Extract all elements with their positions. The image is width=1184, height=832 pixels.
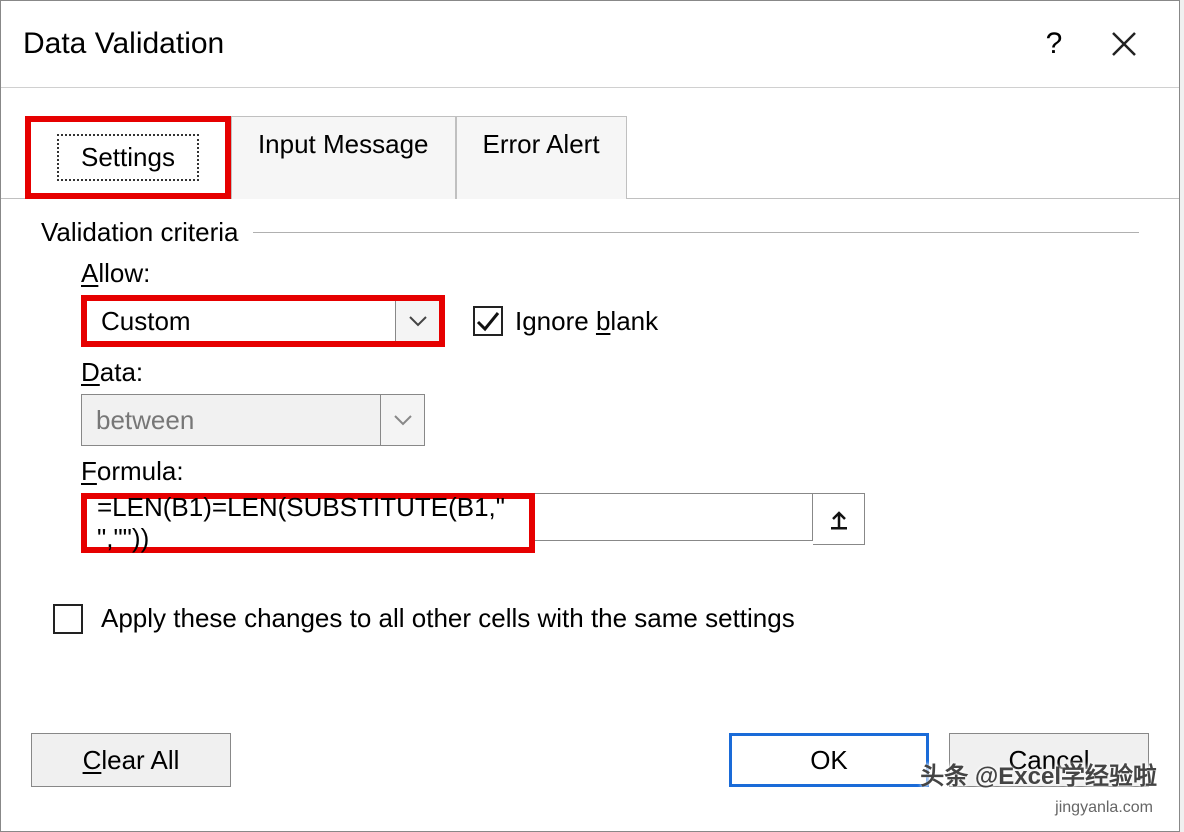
ignore-blank-checkbox[interactable]: Ignore blank bbox=[473, 306, 658, 337]
tab-label: Settings bbox=[57, 134, 199, 181]
allow-label: Allow: bbox=[81, 258, 1139, 289]
divider bbox=[253, 232, 1139, 233]
chevron-down-icon[interactable] bbox=[395, 301, 439, 341]
data-value: between bbox=[82, 405, 380, 436]
tab-input-message[interactable]: Input Message bbox=[231, 116, 456, 199]
checkbox-box bbox=[53, 604, 83, 634]
formula-label: Formula: bbox=[81, 456, 1139, 487]
watermark: 头条 @Excel学经验啦 bbox=[920, 756, 1157, 791]
group-title: Validation criteria bbox=[41, 217, 239, 248]
collapse-dialog-icon bbox=[827, 507, 851, 531]
apply-changes-label: Apply these changes to all other cells w… bbox=[101, 603, 795, 634]
tab-label: Error Alert bbox=[483, 129, 600, 159]
tab-label: Input Message bbox=[258, 129, 429, 159]
apply-changes-checkbox[interactable]: Apply these changes to all other cells w… bbox=[41, 603, 1139, 634]
range-picker-button[interactable] bbox=[813, 493, 865, 545]
formula-input[interactable]: =LEN(B1)=LEN(SUBSTITUTE(B1," ","")) bbox=[81, 493, 535, 553]
data-combo: between bbox=[81, 394, 425, 446]
tab-settings[interactable]: Settings bbox=[25, 116, 231, 199]
allow-combo[interactable]: Custom bbox=[81, 295, 445, 347]
data-label: Data: bbox=[81, 357, 1139, 388]
watermark-url: jingyanla.com bbox=[1055, 799, 1153, 817]
chevron-down-icon bbox=[380, 395, 424, 445]
dialog-title: Data Validation bbox=[23, 27, 1019, 61]
ok-button[interactable]: OK bbox=[729, 733, 929, 787]
titlebar: Data Validation ? bbox=[1, 1, 1179, 88]
tab-error-alert[interactable]: Error Alert bbox=[456, 116, 627, 199]
help-button[interactable]: ? bbox=[1019, 19, 1089, 69]
ignore-blank-label: Ignore blank bbox=[515, 306, 658, 337]
checkbox-box bbox=[473, 306, 503, 336]
formula-input-tail[interactable] bbox=[535, 493, 813, 541]
tab-strip: Settings Input Message Error Alert bbox=[1, 88, 1179, 199]
close-button[interactable] bbox=[1089, 19, 1159, 69]
formula-row: =LEN(B1)=LEN(SUBSTITUTE(B1," ","")) bbox=[81, 493, 1139, 553]
dialog-content: Validation criteria Allow: Custom Ignore… bbox=[1, 199, 1179, 705]
check-icon bbox=[475, 308, 501, 334]
clear-all-button[interactable]: Clear All bbox=[31, 733, 231, 787]
close-icon bbox=[1110, 30, 1138, 58]
allow-value: Custom bbox=[87, 306, 395, 337]
data-validation-dialog: Data Validation ? Settings Input Message… bbox=[0, 0, 1180, 832]
